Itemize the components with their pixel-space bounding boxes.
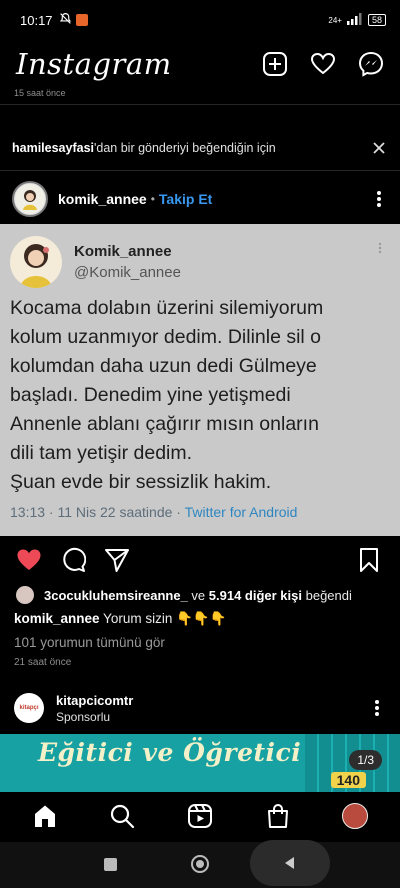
suggestion-text: hamilesayfasi'dan bir gönderiyi beğendiğ… [12, 141, 276, 155]
recents-icon[interactable] [104, 858, 117, 871]
sponsor-username[interactable]: kitapcicomtr [56, 693, 133, 708]
tweet-date: 13:13 · 11 Nis 22 saatinde · [10, 504, 185, 520]
sponsored-label: Sponsorlu [56, 709, 111, 724]
divider [0, 104, 400, 105]
suggestion-reason: hamilesayfasi'dan bir gönderiyi beğendiğ… [0, 133, 400, 163]
network-label: 24+ [328, 15, 342, 25]
tweet-handle: @Komik_annee [74, 264, 181, 281]
messenger-icon[interactable] [358, 51, 384, 77]
likes-suffix: beğendi [302, 587, 352, 603]
post-header: komik_annee • Takip Et [0, 178, 400, 220]
home-button-icon[interactable] [191, 855, 209, 873]
previous-post-time: 15 saat önce [14, 88, 66, 98]
instagram-logo: Instagram [16, 47, 172, 81]
more-icon[interactable] [370, 189, 388, 209]
heart-icon[interactable] [310, 51, 336, 77]
tweet-source: Twitter for Android [184, 504, 298, 520]
app-notification-icon [75, 14, 88, 26]
bottom-nav [0, 792, 400, 840]
sponsor-more-icon[interactable] [368, 698, 386, 718]
save-icon[interactable] [358, 547, 384, 573]
like-heart-icon[interactable] [16, 547, 42, 573]
status-time: 10:17 [20, 12, 53, 28]
likes-connector: ve [187, 587, 209, 603]
suggestion-reason-text: 'dan bir gönderiyi beğendiğin için [94, 141, 276, 155]
post-caption: komik_annee Yorum sizin 👇👇👇 [14, 611, 227, 627]
likes-count[interactable]: 5.914 diğer kişi [209, 588, 302, 603]
likes-summary[interactable]: 3cocukluhemsireanne_ ve 5.914 diğer kişi… [16, 586, 352, 604]
follow-button[interactable]: Takip Et [159, 191, 212, 207]
sponsored-post-header: kitapçı kitapcicomtr Sponsorlu [0, 690, 400, 726]
carousel-counter: 1/3 [349, 750, 382, 770]
tweet-more-icon [378, 242, 382, 257]
tweet-avatar [10, 236, 62, 288]
post-actions [0, 545, 400, 575]
reels-icon[interactable] [187, 803, 213, 829]
shop-icon[interactable] [265, 803, 291, 829]
system-nav-bar [0, 840, 400, 888]
tweet-name: Komik_annee [74, 243, 172, 260]
post-media[interactable]: Komik_annee @Komik_annee Kocama dolabın … [0, 224, 400, 536]
tweet-header: Komik_annee @Komik_annee [10, 236, 181, 288]
sponsor-avatar[interactable]: kitapçı [14, 693, 44, 723]
ad-badge-number: 140 [330, 772, 366, 788]
tweet-meta: 13:13 · 11 Nis 22 saatinde · Twitter for… [10, 504, 297, 520]
sponsored-media[interactable]: Eğitici ve Öğretici 1/3 140 [0, 734, 400, 792]
divider [0, 170, 400, 171]
ad-title: Eğitici ve Öğretici [38, 738, 302, 767]
caption-text: Yorum sizin 👇👇👇 [99, 611, 227, 626]
new-post-icon[interactable] [262, 51, 288, 77]
back-icon [285, 857, 294, 869]
likes-text: 3cocukluhemsireanne_ ve 5.914 diğer kişi… [44, 588, 352, 603]
post-username[interactable]: komik_annee [58, 191, 147, 207]
liker-avatar [16, 586, 34, 604]
close-icon[interactable] [370, 139, 388, 157]
avatar-image [15, 184, 45, 214]
top-bar: Instagram [0, 42, 400, 86]
profile-avatar[interactable] [342, 803, 369, 829]
battery-icon: 58 [367, 14, 386, 26]
caption-username[interactable]: komik_annee [14, 611, 100, 626]
status-bar: 10:17 24+ 58 [0, 0, 400, 40]
comment-icon[interactable] [60, 547, 86, 573]
liked-by-user[interactable]: 3cocukluhemsireanne_ [44, 588, 188, 603]
home-icon[interactable] [32, 803, 58, 829]
separator-dot: • [150, 192, 155, 206]
signal-icon [346, 13, 364, 27]
back-button[interactable] [250, 840, 330, 886]
post-time: 21 saat önce [14, 657, 72, 668]
mute-icon [59, 12, 72, 28]
suggestion-account[interactable]: hamilesayfasi [12, 141, 94, 155]
tweet-text: Kocama dolabın üzerini silemiyorum kolum… [10, 297, 324, 493]
view-all-comments-link[interactable]: 101 yorumun tümünü gör [14, 635, 165, 650]
share-icon[interactable] [104, 547, 130, 573]
search-icon[interactable] [109, 803, 135, 829]
avatar [342, 803, 369, 829]
post-avatar[interactable] [12, 181, 48, 217]
